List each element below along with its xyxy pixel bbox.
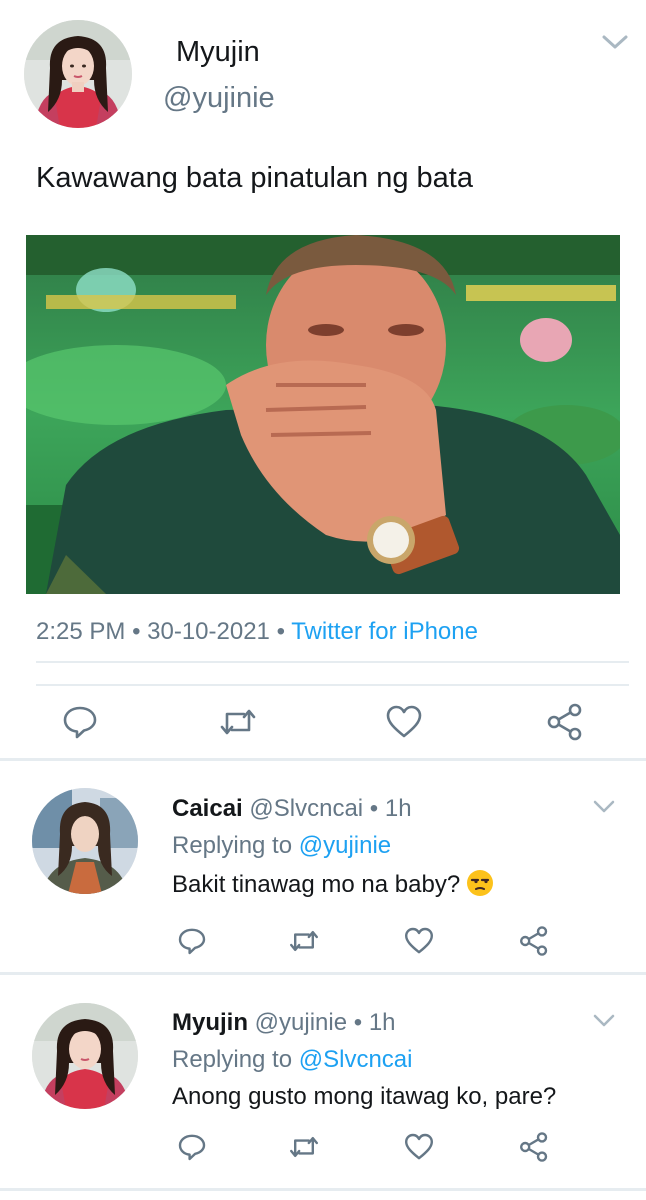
retweet-icon[interactable] <box>288 1131 320 1163</box>
reply-dot: • <box>353 1009 363 1036</box>
reply-time: 1h <box>384 795 412 822</box>
reply-tweet[interactable]: Myujin @yujinie • 1h Replying to @Slvcnc… <box>0 975 646 1190</box>
reply-author-handle[interactable]: @Slvcncai <box>249 795 363 822</box>
replying-to-mention[interactable]: @Slvcncai <box>299 1046 413 1073</box>
replying-to: Replying to @yujinie <box>172 832 391 860</box>
author-avatar[interactable] <box>24 20 132 128</box>
replying-to: Replying to @Slvcncai <box>172 1046 412 1074</box>
replying-to-label: Replying to <box>172 1046 293 1073</box>
share-icon[interactable] <box>545 702 585 742</box>
reply-text: Anong gusto mong itawag ko, pare? <box>172 1083 557 1110</box>
like-icon[interactable] <box>403 1131 435 1163</box>
chevron-down-icon[interactable] <box>592 799 616 815</box>
reply-icon[interactable] <box>60 702 100 742</box>
replying-to-mention[interactable]: @yujinie <box>299 832 391 859</box>
author-handle[interactable]: @yujinie <box>163 82 275 115</box>
tweet-media-image[interactable] <box>26 235 620 594</box>
retweet-icon[interactable] <box>218 702 258 742</box>
reply-header: Myujin @yujinie • 1h <box>172 1009 396 1037</box>
reply-tweet[interactable]: Caicai @Slvcncai • 1h Replying to @yujin… <box>0 761 646 971</box>
chevron-down-icon[interactable] <box>598 30 632 54</box>
tweet-detail-screen: Myujin @yujinie Kawawang bata pinatulan … <box>0 0 646 1200</box>
like-icon[interactable] <box>384 702 424 742</box>
divider <box>36 661 629 663</box>
replying-to-label: Replying to <box>172 832 293 859</box>
reply-header: Caicai @Slvcncai • 1h <box>172 795 412 823</box>
divider <box>36 684 629 686</box>
reply-author-avatar[interactable] <box>32 1003 138 1109</box>
tweet-meta: 2:25 PM • 30-10-2021 • Twitter for iPhon… <box>36 618 478 646</box>
reply-author-name[interactable]: Caicai <box>172 795 243 822</box>
chevron-down-icon[interactable] <box>592 1013 616 1029</box>
author-name[interactable]: Myujin <box>176 36 260 69</box>
reply-icon[interactable] <box>176 925 208 957</box>
reply-text-content: Bakit tinawag mo na baby? <box>172 871 461 898</box>
unamused-face-emoji <box>467 870 494 896</box>
section-separator <box>0 1188 646 1191</box>
tweet-date: 30-10-2021 <box>147 618 270 645</box>
like-icon[interactable] <box>403 925 435 957</box>
reply-author-handle[interactable]: @yujinie <box>255 1009 347 1036</box>
reply-icon[interactable] <box>176 1131 208 1163</box>
tweet-text: Kawawang bata pinatulan ng bata <box>36 162 473 194</box>
reply-dot: • <box>369 795 379 822</box>
main-tweet: Myujin @yujinie Kawawang bata pinatulan … <box>0 0 646 760</box>
share-icon[interactable] <box>518 925 550 957</box>
meta-separator: • <box>276 618 285 645</box>
tweet-source-link[interactable]: Twitter for iPhone <box>291 618 478 645</box>
reply-author-name[interactable]: Myujin <box>172 1009 248 1036</box>
retweet-icon[interactable] <box>288 925 320 957</box>
reply-time: 1h <box>368 1009 396 1036</box>
meta-separator: • <box>132 618 141 645</box>
reply-author-avatar[interactable] <box>32 788 138 894</box>
tweet-time: 2:25 PM <box>36 618 126 645</box>
share-icon[interactable] <box>518 1131 550 1163</box>
reply-text: Bakit tinawag mo na baby? <box>172 869 494 899</box>
